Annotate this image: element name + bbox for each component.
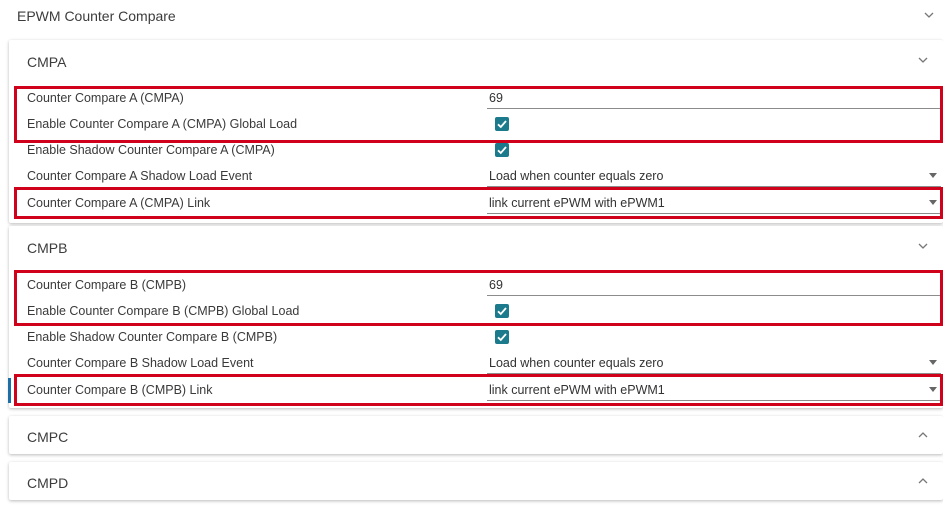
input-underline bbox=[487, 108, 941, 109]
cmpa-link-select[interactable]: link current ePWM with ePWM1 bbox=[489, 196, 665, 210]
chevron-up-icon[interactable] bbox=[918, 431, 928, 438]
cmpb-value-row: Counter Compare B (CMPB) 69 bbox=[9, 273, 943, 298]
cmpa-global-load-checkbox[interactable] bbox=[495, 117, 509, 131]
cmpa-panel-title: CMPA bbox=[27, 54, 67, 70]
dropdown-arrow-icon[interactable] bbox=[929, 360, 937, 365]
cmpb-shadow-load-event-select[interactable]: Load when counter equals zero bbox=[489, 356, 663, 370]
section-header-epwm-counter-compare[interactable]: EPWM Counter Compare bbox=[0, 0, 943, 34]
field-label: Enable Counter Compare B (CMPB) Global L… bbox=[27, 304, 300, 318]
cmpa-value-input[interactable]: 69 bbox=[489, 91, 503, 105]
dropdown-arrow-icon[interactable] bbox=[929, 387, 937, 392]
cmpd-panel[interactable]: CMPD bbox=[9, 462, 943, 500]
select-underline bbox=[487, 373, 941, 374]
chevron-down-icon[interactable] bbox=[918, 243, 928, 250]
chevron-up-icon[interactable] bbox=[918, 477, 928, 484]
select-underline bbox=[487, 186, 941, 187]
cmpa-shadow-load-event-select[interactable]: Load when counter equals zero bbox=[489, 169, 663, 183]
chevron-down-icon[interactable] bbox=[924, 12, 934, 19]
dropdown-arrow-icon[interactable] bbox=[929, 200, 937, 205]
field-label: Enable Counter Compare A (CMPA) Global L… bbox=[27, 117, 298, 131]
cmpa-shadow-enable-checkbox[interactable] bbox=[495, 143, 509, 157]
cmpb-shadow-enable-row: Enable Shadow Counter Compare B (CMPB) bbox=[9, 325, 943, 350]
cmpb-panel-header[interactable]: CMPB bbox=[9, 226, 943, 268]
cmpc-panel[interactable]: CMPC bbox=[9, 416, 943, 454]
field-label: Counter Compare B (CMPB) bbox=[27, 278, 187, 292]
checkmark-icon bbox=[497, 307, 507, 316]
cmpb-panel-title: CMPB bbox=[27, 240, 68, 256]
cmpb-link-select[interactable]: link current ePWM with ePWM1 bbox=[489, 383, 665, 397]
cmpc-panel-title: CMPC bbox=[27, 429, 69, 445]
cmpa-shadow-enable-row: Enable Shadow Counter Compare A (CMPA) bbox=[9, 138, 943, 163]
cmpb-global-load-row: Enable Counter Compare B (CMPB) Global L… bbox=[9, 299, 943, 324]
cmpa-link-row: Counter Compare A (CMPA) Link link curre… bbox=[9, 191, 943, 216]
focus-indicator bbox=[8, 378, 11, 403]
chevron-down-icon[interactable] bbox=[918, 57, 928, 64]
cmpa-panel: CMPA Counter Compare A (CMPA) 69 Enable … bbox=[9, 40, 943, 223]
field-label: Enable Shadow Counter Compare A (CMPA) bbox=[27, 143, 275, 157]
field-label: Counter Compare A (CMPA) Link bbox=[27, 196, 211, 210]
cmpb-value-input[interactable]: 69 bbox=[489, 278, 503, 292]
dropdown-arrow-icon[interactable] bbox=[929, 173, 937, 178]
select-underline bbox=[487, 400, 941, 401]
field-label: Counter Compare B (CMPB) Link bbox=[27, 383, 213, 397]
section-title: EPWM Counter Compare bbox=[17, 8, 176, 24]
cmpb-link-row: Counter Compare B (CMPB) Link link curre… bbox=[8, 378, 943, 403]
cmpa-shadow-load-event-row: Counter Compare A Shadow Load Event Load… bbox=[9, 164, 943, 189]
input-underline bbox=[487, 295, 941, 296]
cmpb-shadow-load-event-row: Counter Compare B Shadow Load Event Load… bbox=[9, 351, 943, 376]
cmpd-panel-title: CMPD bbox=[27, 475, 69, 491]
cmpa-global-load-row: Enable Counter Compare A (CMPA) Global L… bbox=[9, 112, 943, 137]
field-label: Counter Compare A (CMPA) bbox=[27, 91, 184, 105]
cmpb-global-load-checkbox[interactable] bbox=[495, 304, 509, 318]
checkmark-icon bbox=[497, 333, 507, 342]
cmpa-value-row: Counter Compare A (CMPA) 69 bbox=[9, 86, 943, 111]
select-underline bbox=[487, 213, 941, 214]
checkmark-icon bbox=[497, 146, 507, 155]
checkmark-icon bbox=[497, 120, 507, 129]
field-label: Counter Compare A Shadow Load Event bbox=[27, 169, 253, 183]
cmpb-shadow-enable-checkbox[interactable] bbox=[495, 330, 509, 344]
field-label: Enable Shadow Counter Compare B (CMPB) bbox=[27, 330, 278, 344]
cmpa-panel-header[interactable]: CMPA bbox=[9, 40, 943, 82]
cmpb-panel: CMPB Counter Compare B (CMPB) 69 Enable … bbox=[8, 226, 943, 408]
field-label: Counter Compare B Shadow Load Event bbox=[27, 356, 254, 370]
